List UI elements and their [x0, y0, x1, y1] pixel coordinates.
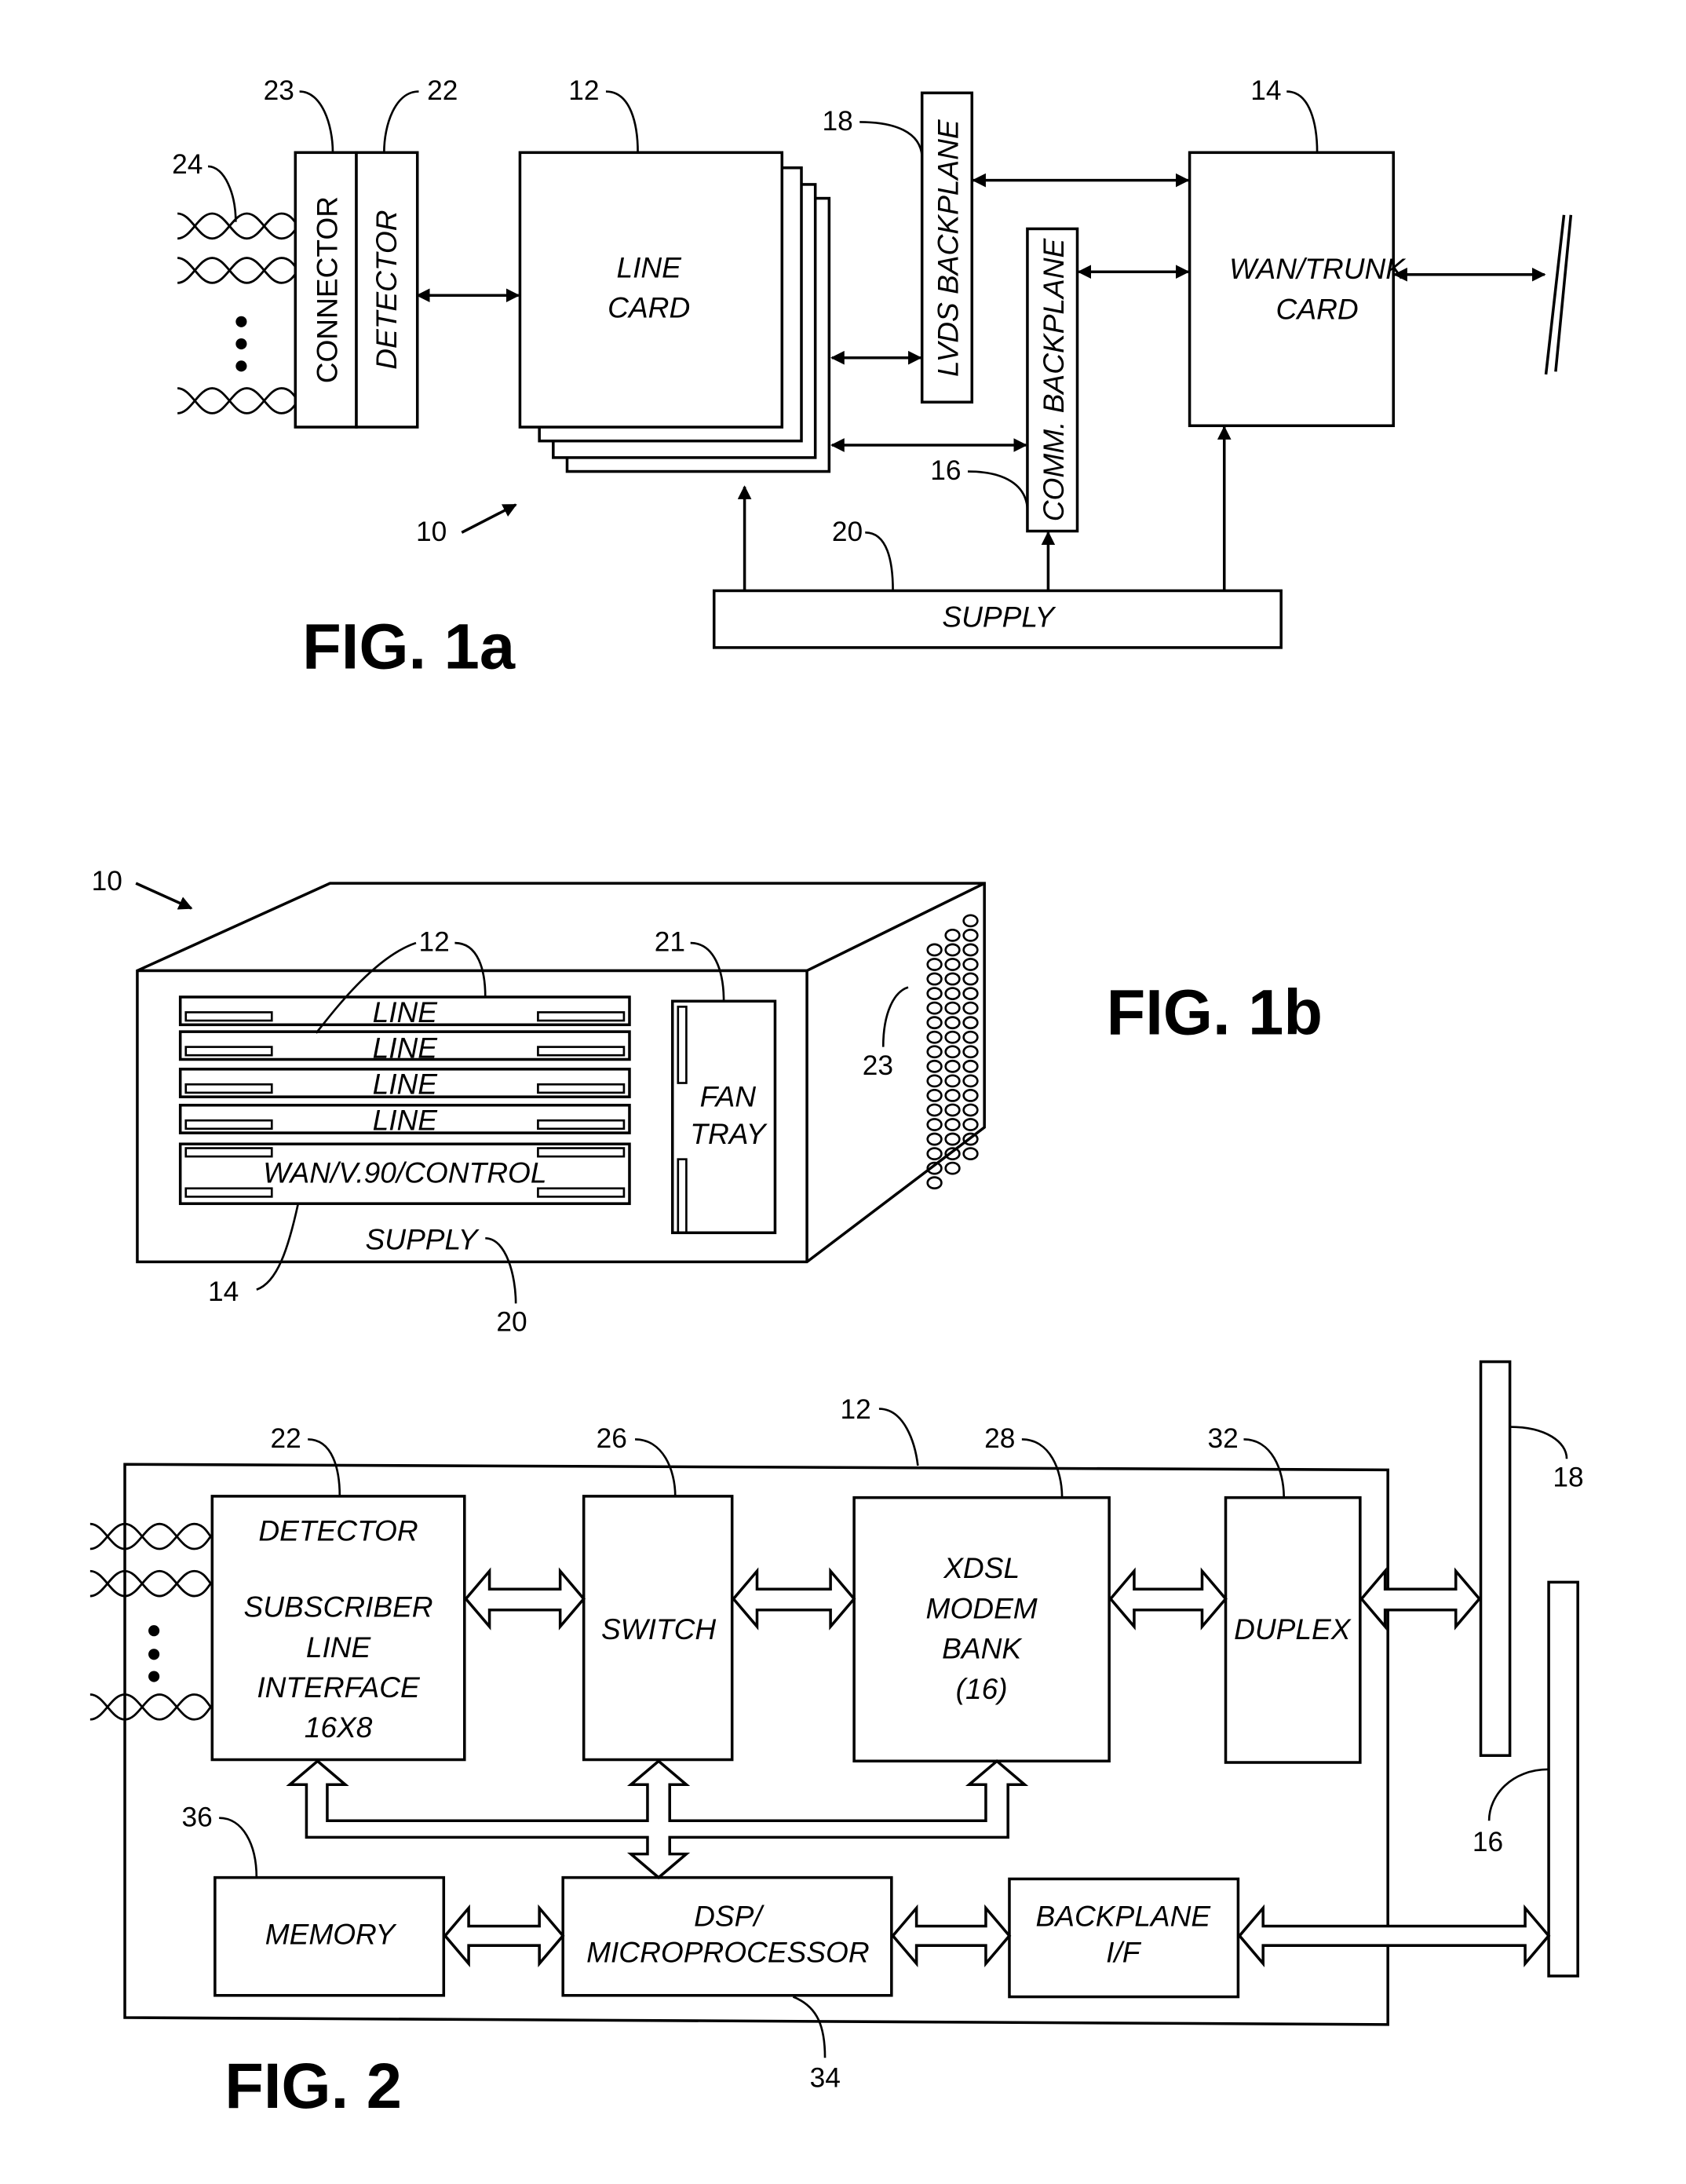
fig-1a: CONNECTOR DETECTOR LINE CARD LVDS BACKPL…: [172, 75, 1573, 682]
svg-text:23: 23: [863, 1050, 893, 1081]
slot-label: LINE: [373, 995, 439, 1028]
supply-label: SUPPLY: [942, 600, 1056, 633]
duplex-label: DUPLEX: [1234, 1612, 1352, 1645]
detector-label: SUBSCRIBER: [244, 1591, 433, 1623]
svg-text:24: 24: [172, 149, 203, 180]
fan-tray-label-2: TRAY: [690, 1117, 767, 1150]
line-card-label-1: LINE: [616, 250, 682, 283]
svg-text:21: 21: [655, 927, 685, 958]
detector-label: 16X8: [305, 1711, 373, 1744]
control-slot-label: WAN/V.90/CONTROL: [263, 1156, 546, 1189]
svg-text:20: 20: [496, 1307, 527, 1338]
slot-label: LINE: [373, 1068, 439, 1101]
slot-label: LINE: [373, 1032, 439, 1065]
lvds-backplane-label: LVDS BACKPLANE: [932, 119, 965, 377]
fig1a-connection-arrows: [737, 173, 1573, 591]
xdsl-modem-bank-block: [852, 1496, 1111, 1763]
comm-backplane-label: COMM. BACKPLANE: [1037, 237, 1070, 521]
svg-text:14: 14: [208, 1276, 239, 1307]
svg-text:12: 12: [568, 75, 599, 106]
dsp-label: DSP/: [694, 1899, 765, 1932]
ref-10: 10: [92, 866, 122, 897]
backplane-if-label: BACKPLANE: [1036, 1899, 1212, 1932]
modem-label: (16): [956, 1672, 1008, 1705]
fig-1b: 10 LINE LINE LINE LINE WAN/V.90/CONTROL …: [92, 866, 1323, 1338]
backplane-if-label: I/F: [1106, 1935, 1142, 1968]
svg-text:16: 16: [930, 455, 961, 486]
vent-hole: [944, 1161, 961, 1175]
wan-card-label-1: WAN/TRUNK: [1229, 252, 1407, 285]
svg-text:36: 36: [181, 1802, 212, 1832]
svg-text:28: 28: [984, 1423, 1015, 1454]
modem-label: BANK: [942, 1632, 1023, 1665]
svg-text:10: 10: [416, 517, 447, 547]
svg-text:14: 14: [1250, 75, 1281, 106]
detector-label: INTERFACE: [257, 1671, 421, 1704]
backplane-18: [1479, 1360, 1512, 1757]
modem-label: MODEM: [926, 1591, 1038, 1624]
backplane-16: [1547, 1580, 1579, 1978]
connector-label: CONNECTOR: [310, 196, 343, 383]
svg-text:18: 18: [1553, 1463, 1583, 1493]
wan-card-label-2: CARD: [1276, 292, 1359, 325]
twisted-pair-lines: [89, 1522, 212, 1721]
fig-1a-caption: FIG. 1a: [302, 611, 516, 682]
detector-label: DETECTOR: [370, 210, 403, 370]
dsp-label: MICROPROCESSOR: [586, 1935, 870, 1968]
svg-text:12: 12: [418, 927, 449, 958]
fig-1b-caption: FIG. 1b: [1107, 977, 1323, 1049]
fan-tray-label-1: FAN: [700, 1080, 757, 1113]
fig-2-caption: FIG. 2: [224, 2051, 402, 2122]
wan-trunk-card-block: [1188, 151, 1396, 428]
line-card-label-2: CARD: [608, 290, 690, 323]
vent-hole: [962, 1147, 979, 1160]
fig-2: DETECTOR SUBSCRIBER LINE INTERFACE 16X8 …: [89, 1360, 1584, 2122]
svg-text:32: 32: [1208, 1423, 1239, 1454]
slot-label: LINE: [373, 1104, 439, 1137]
svg-text:34: 34: [810, 2062, 841, 2093]
detector-label: LINE: [306, 1631, 372, 1664]
memory-label: MEMORY: [265, 1917, 397, 1950]
detector-label: DETECTOR: [258, 1514, 418, 1547]
patent-figure-sheet: CONNECTOR DETECTOR LINE CARD LVDS BACKPL…: [89, 75, 1584, 2122]
svg-text:20: 20: [832, 517, 863, 547]
supply-label: SUPPLY: [366, 1222, 480, 1255]
svg-text:18: 18: [823, 106, 853, 137]
modem-label: XDSL: [943, 1551, 1020, 1584]
twisted-pair-lines: [176, 212, 300, 415]
vent-hole: [926, 1176, 943, 1190]
svg-text:23: 23: [264, 75, 294, 106]
switch-label: SWITCH: [601, 1612, 716, 1645]
svg-text:12: 12: [840, 1394, 870, 1425]
svg-text:26: 26: [597, 1423, 627, 1454]
svg-text:22: 22: [270, 1423, 301, 1454]
svg-text:16: 16: [1473, 1827, 1503, 1857]
svg-text:22: 22: [427, 75, 458, 106]
